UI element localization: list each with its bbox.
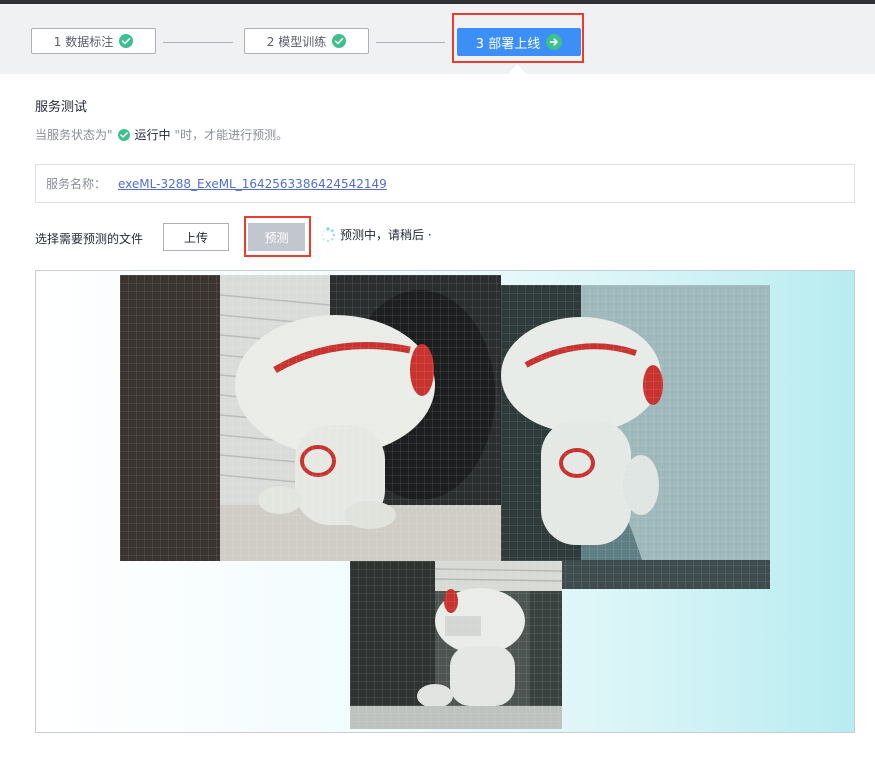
loading-spinner-icon: [320, 226, 336, 243]
service-name-link[interactable]: exeML-3288_ExeML_1642563386424542149: [118, 177, 387, 191]
step-label: 2 模型训练: [266, 34, 327, 49]
step-model-training[interactable]: 2 模型训练: [244, 28, 369, 54]
note-prefix: 当服务状态为": [35, 128, 113, 142]
predict-button[interactable]: 预测: [248, 223, 305, 251]
check-circle-icon: [119, 34, 134, 48]
step-data-labeling[interactable]: 1 数据标注: [31, 28, 156, 54]
step-label: 1 数据标注: [53, 34, 114, 49]
step-label: 3 部署上线: [475, 36, 541, 52]
plush-toy-photo-2: [501, 285, 770, 589]
upload-button[interactable]: 上传: [163, 223, 229, 251]
step-deploy[interactable]: 3 部署上线: [457, 28, 581, 56]
service-name-label: 服务名称：: [46, 177, 107, 191]
note-status: 运行中: [134, 128, 171, 142]
step-pointer: [508, 64, 526, 74]
predicting-text: 预测中，请稍后 ·: [340, 228, 432, 242]
step-connector: [376, 42, 445, 43]
prediction-image-area: [35, 270, 855, 733]
plush-toy-photo-1: [120, 275, 501, 561]
note-suffix: "时，才能进行预测。: [174, 128, 289, 142]
check-circle-icon: [117, 128, 131, 142]
step-connector: [163, 42, 233, 43]
check-circle-icon: [332, 34, 347, 48]
status-note: 当服务状态为" 运行中 "时，才能进行预测。: [35, 126, 288, 143]
service-name-box: 服务名称： exeML-3288_ExeML_16425633864245421…: [35, 164, 855, 203]
arrow-right-circle-icon: [546, 34, 563, 50]
section-title: 服务测试: [35, 100, 88, 115]
predicting-status: 预测中，请稍后 ·: [320, 226, 432, 243]
plush-toy-photo-3: [350, 561, 562, 729]
choose-file-label: 选择需要预测的文件: [35, 232, 144, 246]
